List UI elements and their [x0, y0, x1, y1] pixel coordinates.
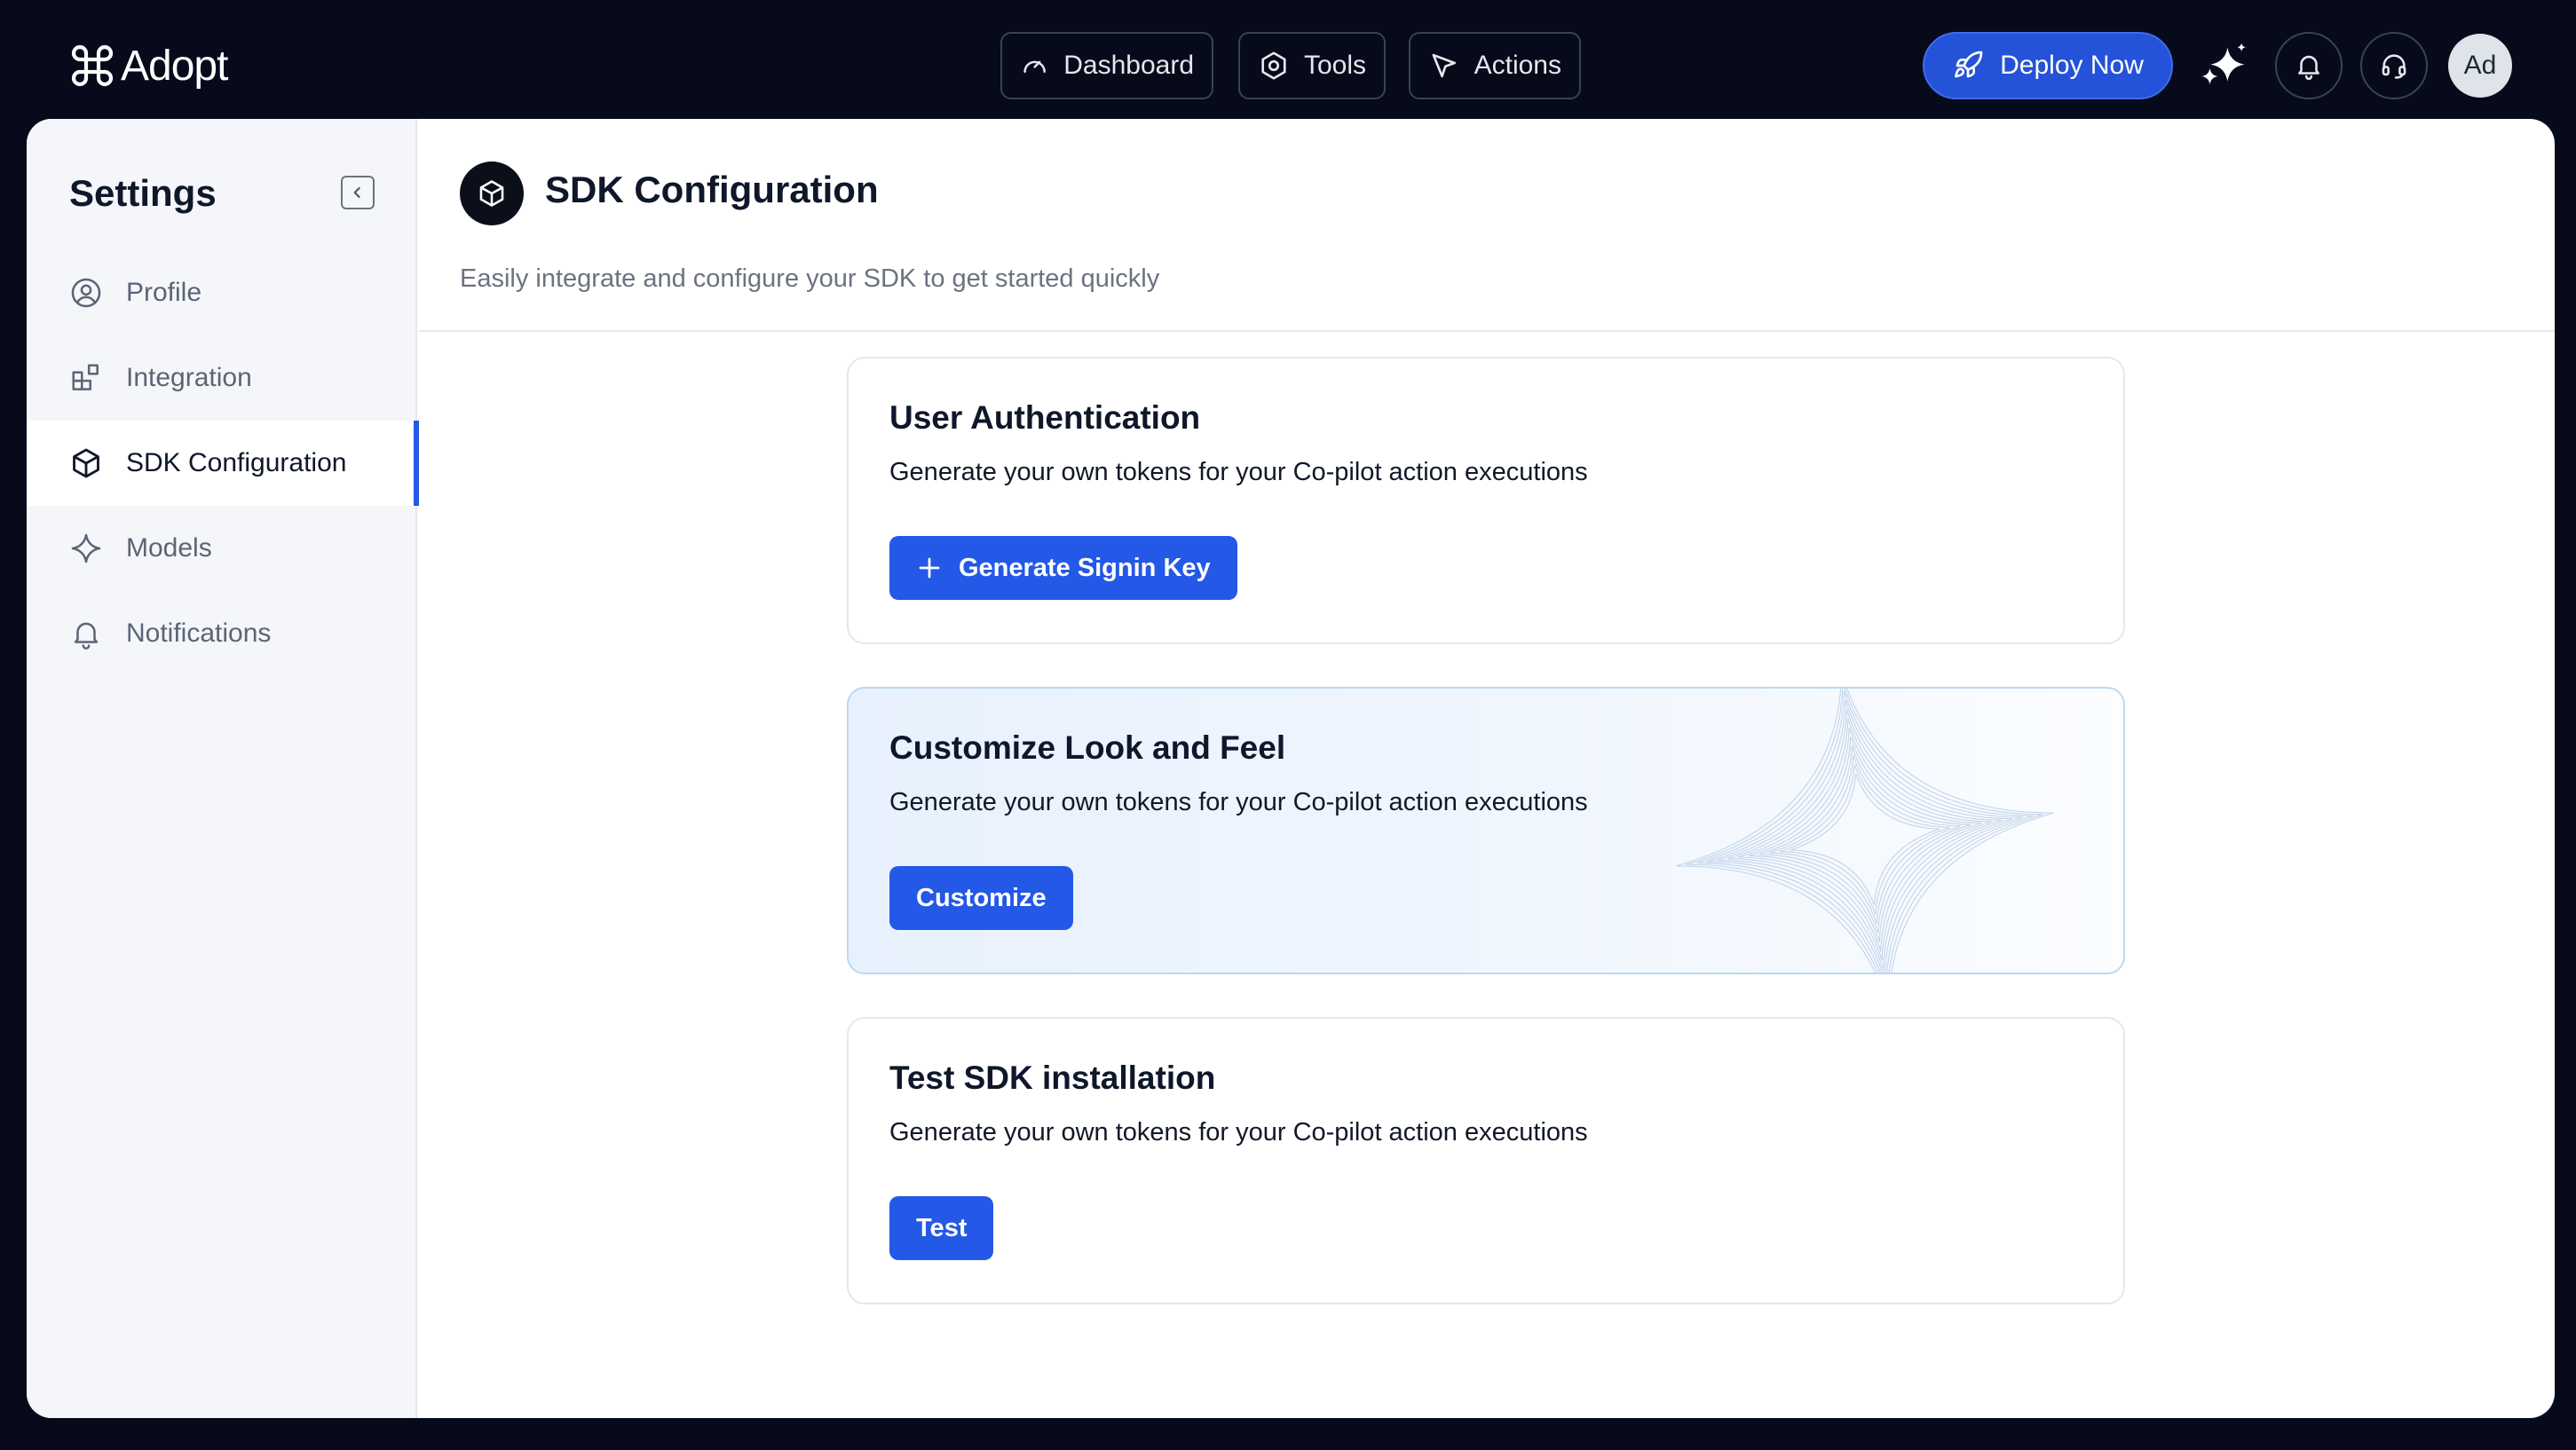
page-title: SDK Configuration: [545, 169, 879, 210]
collapse-sidebar-button[interactable]: [341, 176, 375, 209]
decorative-star-lines-icon: [1675, 689, 2055, 973]
cube-icon: [73, 448, 99, 478]
sidebar-title: Settings: [69, 172, 217, 214]
main-panel: Settings Profile Integration SDK Configu…: [27, 119, 2555, 1418]
deploy-now-label: Deploy Now: [2000, 51, 2144, 80]
nav-tools-label: Tools: [1303, 51, 1366, 80]
nav-actions-label: Actions: [1474, 51, 1561, 80]
sidebar-item-profile[interactable]: Profile: [27, 250, 417, 335]
plus-icon: [919, 557, 940, 579]
user-circle-icon: [71, 278, 101, 308]
command-logo-icon: [71, 44, 114, 87]
button-label: Customize: [916, 883, 1047, 912]
bell-icon: [2298, 55, 2319, 81]
app-logo[interactable]: Adopt: [67, 39, 228, 92]
customize-look-card: Customize Look and Feel Generate your ow…: [847, 687, 2125, 974]
deploy-now-button[interactable]: Deploy Now: [1923, 32, 2173, 99]
card-title: Test SDK installation: [889, 1060, 1216, 1096]
sidebar-item-label: SDK Configuration: [126, 448, 347, 477]
page-subtitle: Easily integrate and configure your SDK …: [460, 264, 1160, 293]
sidebar-item-label: Notifications: [126, 619, 272, 648]
hexagon-gear-icon: [1261, 51, 1286, 80]
support-button[interactable]: [2360, 32, 2428, 99]
card-description: Generate your own tokens for your Co-pil…: [889, 788, 1588, 816]
cursor-arrow-icon: [1432, 53, 1457, 78]
gauge-icon: [1023, 60, 1046, 74]
sidebar-item-label: Integration: [126, 363, 252, 392]
app-name: Adopt: [121, 42, 228, 90]
card-title: Customize Look and Feel: [889, 729, 1286, 766]
settings-sidebar: Settings Profile Integration SDK Configu…: [27, 119, 419, 1418]
sidebar-item-sdk-configuration[interactable]: SDK Configuration: [27, 421, 419, 506]
sparkle-icon: [71, 533, 101, 563]
nav-dashboard-label: Dashboard: [1063, 51, 1194, 80]
ai-sparkle-icon[interactable]: [2200, 41, 2251, 92]
notifications-button[interactable]: [2275, 32, 2343, 99]
sidebar-item-models[interactable]: Models: [27, 506, 417, 591]
bell-icon: [74, 622, 99, 650]
content-area: SDK Configuration Easily integrate and c…: [419, 119, 2555, 1418]
button-label: Generate Signin Key: [959, 553, 1211, 582]
nav-actions-button[interactable]: Actions: [1409, 32, 1581, 99]
user-authentication-card: User Authentication Generate your own to…: [847, 357, 2125, 644]
sidebar-item-notifications[interactable]: Notifications: [27, 591, 417, 676]
decorative-star-outline: [1780, 764, 1950, 915]
nav-tools-button[interactable]: Tools: [1238, 32, 1386, 99]
sidebar-item-label: Profile: [126, 278, 202, 307]
headset-icon: [2382, 54, 2406, 79]
header-divider: [419, 330, 2555, 332]
decorative-star-outline: [1769, 754, 1961, 925]
button-label: Test: [916, 1213, 968, 1242]
generate-signin-key-button[interactable]: Generate Signin Key: [889, 536, 1237, 600]
card-description: Generate your own tokens for your Co-pil…: [889, 458, 1588, 486]
cube-icon: [479, 180, 504, 207]
top-navigation-bar: Adopt Dashboard Tools Actions Deploy Now: [0, 0, 2576, 119]
test-button[interactable]: Test: [889, 1196, 994, 1260]
sidebar-item-label: Models: [126, 533, 212, 563]
chevron-left-icon: [353, 186, 360, 199]
rocket-icon: [1955, 51, 1983, 78]
card-description: Generate your own tokens for your Co-pil…: [889, 1118, 1588, 1147]
card-title: User Authentication: [889, 399, 1201, 436]
test-sdk-card: Test SDK installation Generate your own …: [847, 1017, 2125, 1304]
nav-dashboard-button[interactable]: Dashboard: [1000, 32, 1213, 99]
grid-plus-icon: [72, 364, 99, 390]
user-avatar[interactable]: Ad: [2448, 34, 2512, 98]
customize-button[interactable]: Customize: [889, 866, 1073, 930]
sidebar-item-integration[interactable]: Integration: [27, 335, 417, 421]
decorative-star-outline: [1686, 689, 2044, 973]
page-header-badge: [460, 162, 524, 225]
